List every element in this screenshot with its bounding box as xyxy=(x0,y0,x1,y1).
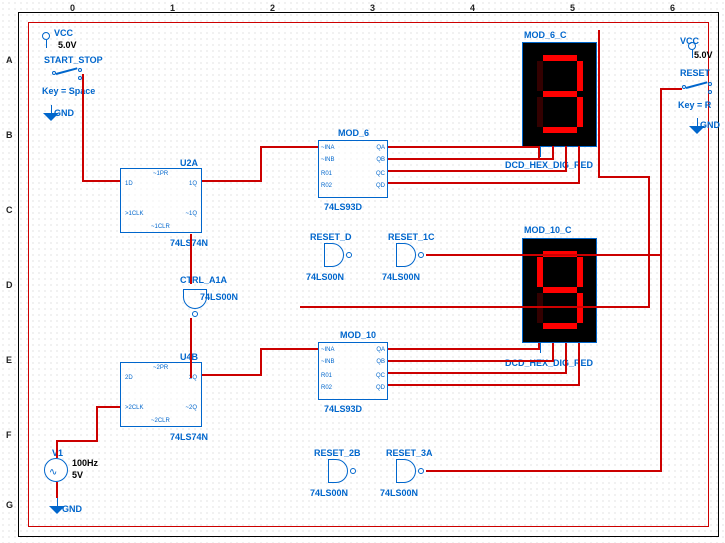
ruler-col: 5 xyxy=(570,3,575,13)
ruler-col: 4 xyxy=(470,3,475,13)
mod6-part: 74LS93D xyxy=(324,202,362,212)
wire xyxy=(538,146,540,160)
wire xyxy=(565,146,567,172)
wire xyxy=(82,180,120,182)
wire xyxy=(388,384,580,386)
display-top xyxy=(522,42,597,147)
u4b-part: 74LS74N xyxy=(170,432,208,442)
u2a-ref: U2A xyxy=(180,158,198,168)
ruler-row: C xyxy=(6,205,13,215)
ruler-col: 0 xyxy=(70,3,75,13)
vcc-symbol-left xyxy=(42,32,50,48)
wire xyxy=(660,88,662,472)
display-top-ref: MOD_6_C xyxy=(524,30,567,40)
wire xyxy=(538,343,540,350)
wire xyxy=(202,374,262,376)
wire xyxy=(388,348,538,350)
ruler-row: E xyxy=(6,355,12,365)
start-stop-label: START_STOP xyxy=(44,55,103,65)
wire xyxy=(552,343,554,362)
vcc-label-right: VCC xyxy=(680,36,699,46)
u4b-ref: U4B xyxy=(180,352,198,362)
resetD-part: 74LS00N xyxy=(306,272,344,282)
mod10-part: 74LS93D xyxy=(324,404,362,414)
reset-switch[interactable] xyxy=(682,82,712,94)
reset-key: Key = R xyxy=(678,100,711,110)
wire xyxy=(202,180,262,182)
wire xyxy=(552,146,554,160)
reset-label: RESET xyxy=(680,68,710,78)
wire xyxy=(388,158,552,160)
wire xyxy=(578,343,580,386)
resetD-nand xyxy=(318,243,350,269)
wire xyxy=(300,306,650,308)
start-stop-switch[interactable] xyxy=(52,68,82,80)
ruler-col: 2 xyxy=(270,3,275,13)
gnd-label-1: GND xyxy=(54,108,74,118)
ruler-row: D xyxy=(6,280,13,290)
wire xyxy=(56,482,58,498)
wire xyxy=(598,30,600,178)
wire xyxy=(260,146,262,182)
reset2B-part: 74LS00N xyxy=(310,488,348,498)
wire xyxy=(565,343,567,374)
v1-freq: 100Hz xyxy=(72,458,98,468)
wire xyxy=(96,406,98,442)
ruler-col: 3 xyxy=(370,3,375,13)
wire xyxy=(56,440,98,442)
wire xyxy=(388,182,580,184)
reset3A-ref: RESET_3A xyxy=(386,448,433,458)
wire xyxy=(426,254,662,256)
wire xyxy=(190,318,192,378)
wire xyxy=(388,360,552,362)
reset3A-part: 74LS00N xyxy=(380,488,418,498)
v1-volt: 5V xyxy=(72,470,83,480)
vcc-value-right: 5.0V xyxy=(694,50,713,60)
ruler-col: 6 xyxy=(670,3,675,13)
wire xyxy=(260,348,262,376)
reset3A-nand xyxy=(390,459,422,485)
wire xyxy=(260,348,318,350)
ruler-col: 1 xyxy=(170,3,175,13)
u2a-body: 1D >1CLK 1Q ~1Q ~1PR ~1CLR xyxy=(120,168,202,233)
wire xyxy=(660,88,682,90)
mod10-ref: MOD_10 xyxy=(340,330,376,340)
reset1C-part: 74LS00N xyxy=(382,272,420,282)
mod6-ref: MOD_6 xyxy=(338,128,369,138)
wire xyxy=(260,146,318,148)
mod6-body: ~INA ~INB R01 R02 QA QB QC QD xyxy=(318,140,388,198)
display-bottom-ref: MOD_10_C xyxy=(524,225,572,235)
vcc-value-left: 5.0V xyxy=(58,40,77,50)
wire xyxy=(426,470,662,472)
vcc-label-left: VCC xyxy=(54,28,73,38)
wire xyxy=(82,74,84,180)
reset1C-ref: RESET_1C xyxy=(388,232,435,242)
wire xyxy=(56,440,58,458)
v1-symbol: ∿ xyxy=(44,458,68,482)
wire xyxy=(388,170,566,172)
wire xyxy=(190,234,192,284)
wire xyxy=(578,146,580,184)
reset1C-nand xyxy=(390,243,422,269)
ctrl-part: 74LS00N xyxy=(200,292,238,302)
reset2B-nand xyxy=(322,459,354,485)
start-stop-key: Key = Space xyxy=(42,86,95,96)
wire xyxy=(96,406,120,408)
ruler-row: F xyxy=(6,430,12,440)
wire xyxy=(388,372,566,374)
gnd-label-3: GND xyxy=(62,504,82,514)
ruler-row: A xyxy=(6,55,13,65)
reset2B-ref: RESET_2B xyxy=(314,448,361,458)
wire xyxy=(598,176,650,178)
mod10-body: ~INA ~INB R01 R02 QA QB QC QD xyxy=(318,342,388,400)
ruler-row: B xyxy=(6,130,13,140)
gnd-label-2: GND xyxy=(700,120,720,130)
resetD-ref: RESET_D xyxy=(310,232,352,242)
wire xyxy=(388,146,538,148)
wire xyxy=(648,176,650,308)
ruler-row: G xyxy=(6,500,13,510)
